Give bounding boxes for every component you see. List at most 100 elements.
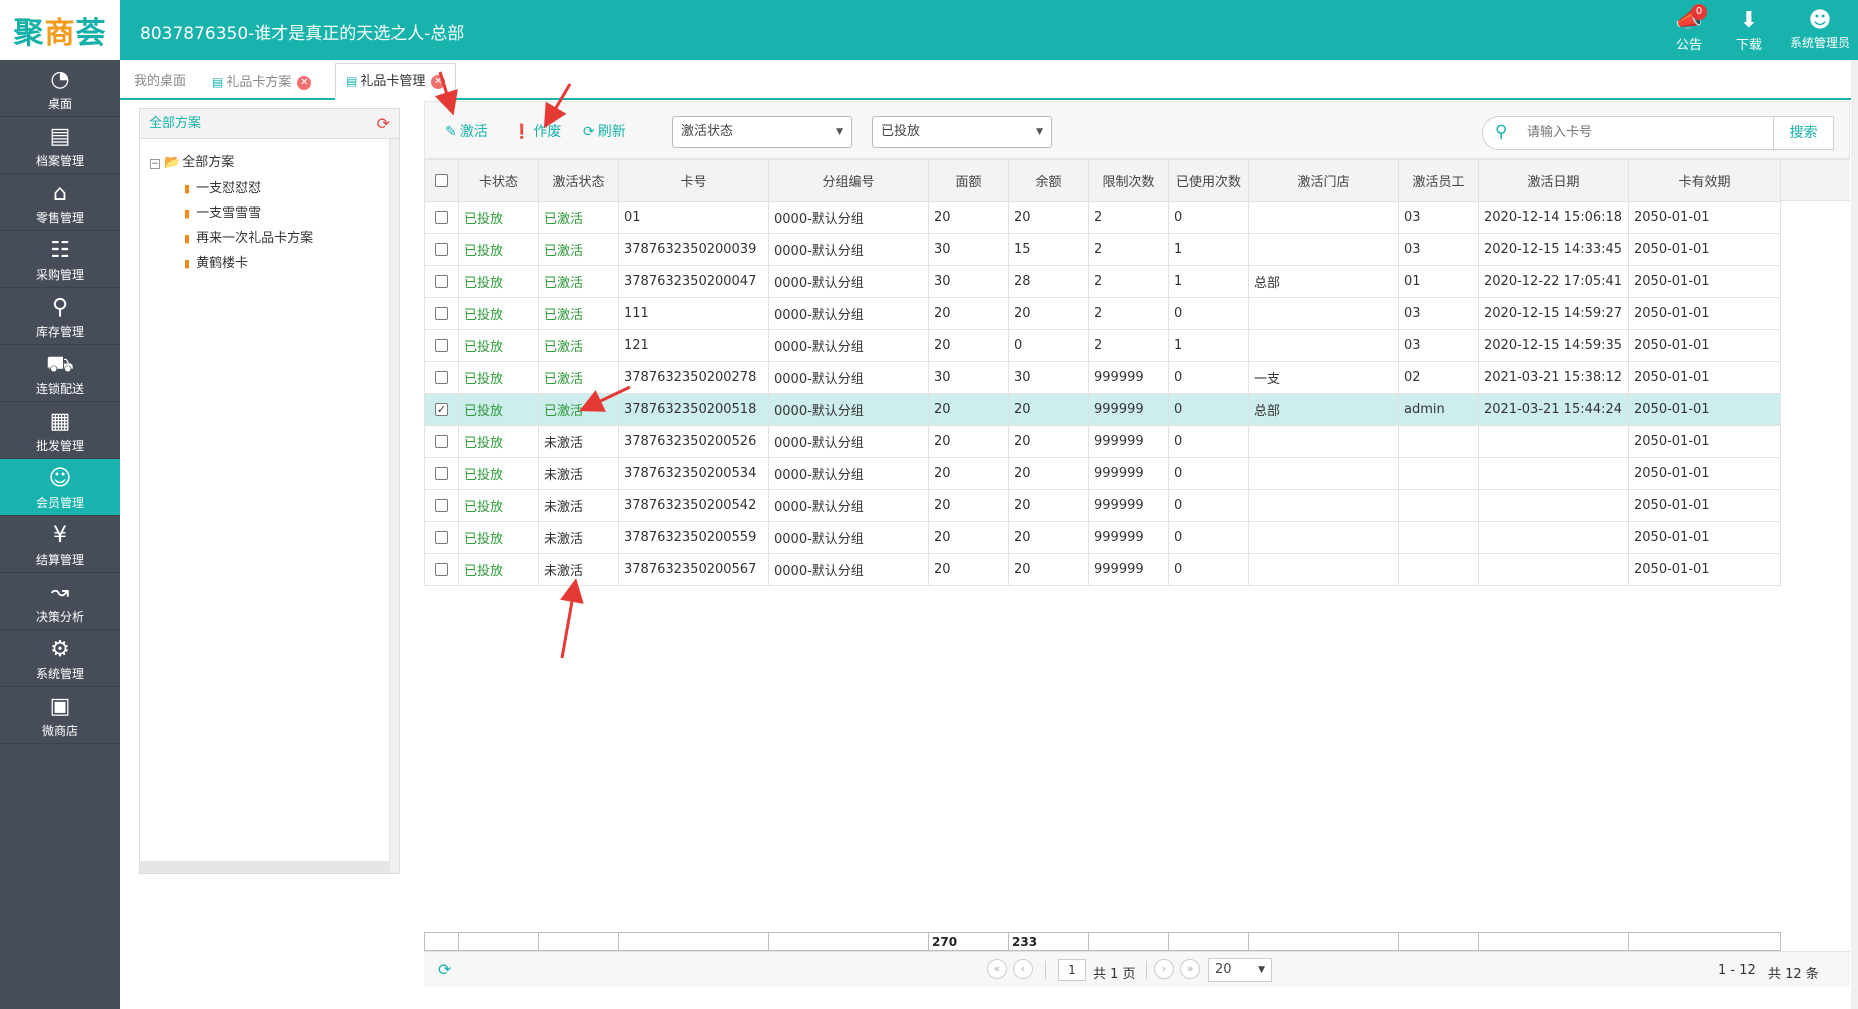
column-header[interactable]: 卡有效期: [1628, 159, 1781, 202]
collapse-icon[interactable]: −: [150, 159, 160, 169]
checkbox[interactable]: [435, 531, 448, 544]
column-header[interactable]: 面额: [928, 159, 1009, 202]
close-icon[interactable]: ✕: [297, 75, 312, 90]
table-row[interactable]: 已投放 已激活 3787632350200039 0000-默认分组 30 15 2 1 03 2…: [424, 233, 1781, 266]
tree-node[interactable]: ▮ 再来一次礼品卡方案: [184, 227, 313, 246]
issue-status-select[interactable]: 已投放 ▼: [872, 116, 1052, 148]
vertical-scrollbar[interactable]: [389, 139, 399, 873]
card-number-input[interactable]: [1527, 125, 1757, 140]
tree-node[interactable]: ▮ 一支雪雪雪: [184, 202, 261, 221]
checkbox[interactable]: [435, 371, 448, 384]
activation-status-select[interactable]: 激活状态 ▼: [672, 116, 852, 148]
column-header[interactable]: 激活日期: [1478, 159, 1629, 202]
sidebar-item-wholesale[interactable]: ▦ 批发管理: [0, 402, 120, 459]
sidebar-item-inventory[interactable]: ⚲ 库存管理: [0, 288, 120, 345]
page-number-input[interactable]: 1: [1058, 959, 1086, 981]
select-all-checkbox[interactable]: [424, 159, 459, 202]
table-row[interactable]: 已投放 已激活 3787632350200047 0000-默认分组 30 28 2 1 总部 0…: [424, 265, 1781, 298]
row-checkbox[interactable]: [424, 329, 459, 362]
used-count-cell: 0: [1168, 425, 1249, 458]
announcement-button[interactable]: 📣 0 公告: [1659, 4, 1719, 54]
tree-node[interactable]: ▮ 黄鹤楼卡: [184, 252, 248, 271]
checkbox[interactable]: [435, 467, 448, 480]
table-row[interactable]: ✓ 已投放 已激活 3787632350200518 0000-默认分组 20 20 9999…: [424, 393, 1781, 426]
row-checkbox[interactable]: [424, 457, 459, 490]
sidebar-item-member[interactable]: ☺ 会员管理: [0, 459, 120, 516]
checkbox[interactable]: [435, 563, 448, 576]
tab-my-desktop[interactable]: 我的桌面: [124, 66, 196, 100]
row-checkbox[interactable]: [424, 233, 459, 266]
page-size-select[interactable]: 20 ▼: [1208, 958, 1272, 982]
column-header[interactable]: 卡号: [618, 159, 769, 202]
checkbox[interactable]: [435, 499, 448, 512]
checkbox[interactable]: [435, 275, 448, 288]
last-page-button[interactable]: »: [1180, 959, 1200, 979]
row-checkbox[interactable]: [424, 265, 459, 298]
tree-node[interactable]: ▮ 一支怼怼怼: [184, 177, 261, 196]
row-checkbox[interactable]: [424, 521, 459, 554]
checkbox[interactable]: [435, 211, 448, 224]
table-row[interactable]: 已投放 已激活 01 0000-默认分组 20 20 2 0 03 2020-12-14 15:0…: [424, 201, 1781, 234]
refresh-button[interactable]: ⟳ 刷新: [583, 121, 626, 141]
row-checkbox[interactable]: [424, 489, 459, 522]
first-page-button[interactable]: «: [987, 959, 1007, 979]
table-row[interactable]: 已投放 未激活 3787632350200542 0000-默认分组 20 20 99999…: [424, 489, 1781, 522]
tree-root[interactable]: − 📂 全部方案: [150, 151, 234, 170]
row-checkbox[interactable]: ✓: [424, 393, 459, 426]
tab-gift-card-plan[interactable]: ▤ 礼品卡方案 ✕: [202, 66, 321, 100]
sidebar-item-settlement[interactable]: ¥ 结算管理: [0, 516, 120, 573]
checkbox[interactable]: ✓: [435, 403, 448, 416]
checkbox[interactable]: [435, 339, 448, 352]
activate-button[interactable]: ✎ 激活: [445, 121, 488, 141]
table-row[interactable]: 已投放 未激活 3787632350200534 0000-默认分组 20 20 99999…: [424, 457, 1781, 490]
sidebar-item-retail[interactable]: ⌂ 零售管理: [0, 174, 120, 231]
row-checkbox[interactable]: [424, 297, 459, 330]
row-checkbox[interactable]: [424, 553, 459, 586]
table-row[interactable]: 已投放 未激活 3787632350200567 0000-默认分组 20 20 99999…: [424, 553, 1781, 586]
tab-gift-card-manage[interactable]: ▤ 礼品卡管理 ✕: [335, 63, 457, 100]
download-button[interactable]: ⬇ 下载: [1719, 8, 1779, 54]
sidebar-item-archive[interactable]: ▤ 档案管理: [0, 117, 120, 174]
row-checkbox[interactable]: [424, 361, 459, 394]
prev-page-button[interactable]: ‹: [1013, 959, 1033, 979]
void-button[interactable]: ❗ 作废: [513, 121, 561, 141]
next-page-button[interactable]: ›: [1154, 959, 1174, 979]
checkbox[interactable]: [435, 243, 448, 256]
column-header[interactable]: 余额: [1008, 159, 1089, 202]
limit-count-cell: 2: [1088, 329, 1169, 362]
table-row[interactable]: 已投放 已激活 111 0000-默认分组 20 20 2 0 03 2020-12-15 14:…: [424, 297, 1781, 330]
table-row[interactable]: 已投放 已激活 121 0000-默认分组 20 0 2 1 03 2020-12-15 14:5…: [424, 329, 1781, 362]
column-header[interactable]: 分组编号: [768, 159, 929, 202]
sidebar-item-analysis[interactable]: ↝ 决策分析: [0, 573, 120, 630]
sidebar-item-system[interactable]: ⚙ 系统管理: [0, 630, 120, 687]
horizontal-scrollbar[interactable]: [140, 861, 390, 873]
checkbox[interactable]: [435, 435, 448, 448]
sidebar-item-distribution[interactable]: ⛟ 连锁配送: [0, 345, 120, 402]
column-header[interactable]: 激活员工: [1398, 159, 1479, 202]
sidebar-item-purchase[interactable]: ☷ 采购管理: [0, 231, 120, 288]
user-menu[interactable]: ☻ 系统管理员: [1784, 8, 1856, 54]
table-row[interactable]: 已投放 未激活 3787632350200526 0000-默认分组 20 20 99999…: [424, 425, 1781, 458]
column-header[interactable]: 已使用次数: [1168, 159, 1249, 202]
column-header[interactable]: 卡状态: [458, 159, 539, 202]
checkbox[interactable]: [435, 307, 448, 320]
avatar: ☻: [1808, 8, 1832, 33]
search-button[interactable]: 搜索: [1774, 116, 1834, 150]
column-header[interactable]: 限制次数: [1088, 159, 1169, 202]
table-row[interactable]: 已投放 未激活 3787632350200559 0000-默认分组 20 20 99999…: [424, 521, 1781, 554]
card-number-cell: 01: [618, 201, 769, 234]
sidebar-item-desktop[interactable]: ◔ 桌面: [0, 60, 120, 117]
column-header[interactable]: 激活门店: [1248, 159, 1399, 202]
gear-icon: ⚙: [50, 637, 70, 662]
column-header[interactable]: 激活状态: [538, 159, 619, 202]
close-icon[interactable]: ✕: [431, 74, 446, 89]
row-checkbox[interactable]: [424, 425, 459, 458]
row-checkbox[interactable]: [424, 201, 459, 234]
refresh-icon[interactable]: ⟳: [377, 109, 390, 139]
limit-count-cell: 999999: [1088, 521, 1169, 554]
table-row[interactable]: 已投放 已激活 3787632350200278 0000-默认分组 30 30 99999…: [424, 361, 1781, 394]
logo[interactable]: 聚商荟: [0, 0, 120, 60]
refresh-icon[interactable]: ⟳: [438, 960, 451, 979]
sidebar-item-microshop[interactable]: ▣ 微商店: [0, 687, 120, 744]
page-scrollbar[interactable]: [1851, 60, 1858, 1009]
